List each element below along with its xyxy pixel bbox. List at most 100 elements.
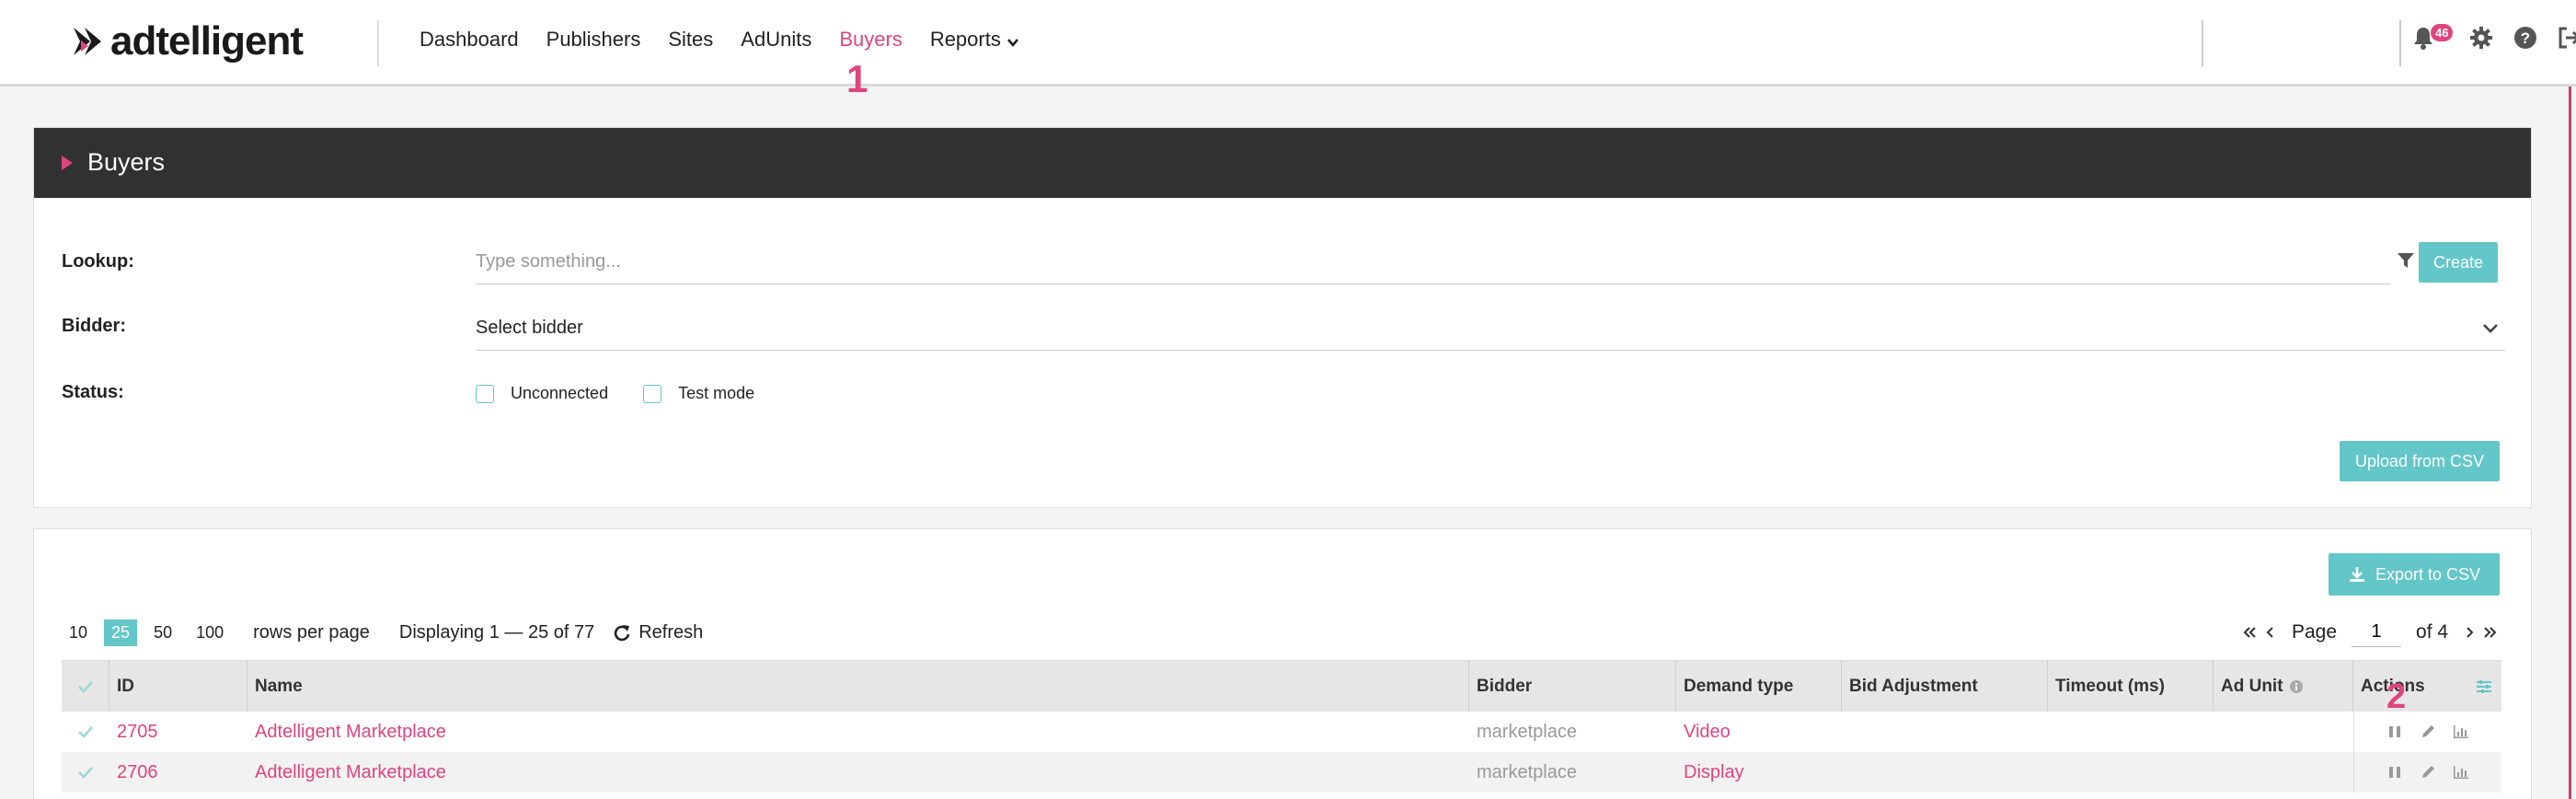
export-csv-label: Export to CSV bbox=[2375, 564, 2481, 584]
nav-item-buyers[interactable]: Buyers bbox=[839, 28, 902, 52]
refresh-button[interactable]: Refresh bbox=[613, 622, 703, 643]
download-icon bbox=[2349, 567, 2364, 582]
nav-item-dashboard[interactable]: Dashboard bbox=[420, 28, 519, 52]
chevron-down-icon bbox=[2483, 324, 2498, 333]
svg-text:?: ? bbox=[2521, 29, 2530, 47]
stats-chart-icon[interactable] bbox=[2453, 764, 2469, 781]
main-nav: Dashboard Publishers Sites AdUnits Buyer… bbox=[420, 28, 1047, 52]
table-row[interactable]: 2706 Adtelligent Marketplace marketplace… bbox=[62, 752, 2501, 793]
step-marker-1: 1 bbox=[846, 57, 868, 100]
nav-divider-icons bbox=[2399, 20, 2401, 66]
nav-item-reports[interactable]: Reports bbox=[930, 28, 1019, 52]
row-actions bbox=[2353, 752, 2501, 793]
column-header-bidder[interactable]: Bidder bbox=[1469, 661, 1676, 712]
lookup-input[interactable] bbox=[476, 240, 2391, 284]
column-header-timeout[interactable]: Timeout (ms) bbox=[2048, 661, 2214, 712]
next-page-icon[interactable] bbox=[2463, 625, 2478, 640]
pagination: Page of 4 bbox=[2242, 618, 2503, 647]
buyer-demand-type: Video bbox=[1684, 721, 1731, 742]
bidder-select[interactable]: Select bidder bbox=[476, 307, 2505, 351]
export-csv-button[interactable]: Export to CSV bbox=[2329, 553, 2500, 596]
total-pages-label: of 4 bbox=[2416, 621, 2449, 643]
pause-icon[interactable] bbox=[2386, 724, 2403, 740]
buyer-bidder: marketplace bbox=[1477, 721, 1577, 742]
upload-csv-button[interactable]: Upload from CSV bbox=[2340, 441, 2500, 481]
rows-per-page-label: rows per page bbox=[253, 622, 370, 643]
page-size-50[interactable]: 50 bbox=[146, 620, 179, 646]
buyers-table: ID Name Bidder Demand type Bid Adjustmen… bbox=[62, 660, 2501, 793]
logout-button[interactable] bbox=[2558, 26, 2576, 50]
buyer-bid-adjustment bbox=[1842, 712, 2048, 752]
nav-item-publishers[interactable]: Publishers bbox=[546, 28, 641, 52]
buyer-name-link[interactable]: Adtelligent Marketplace bbox=[247, 752, 1469, 793]
filter-icon[interactable] bbox=[2397, 251, 2415, 270]
column-settings-icon[interactable] bbox=[2476, 679, 2492, 694]
page-size-100[interactable]: 100 bbox=[189, 620, 231, 646]
logo-text: adtelligent bbox=[110, 18, 304, 64]
buyers-table-panel: Export to CSV 10 25 50 100 rows per page… bbox=[33, 528, 2532, 799]
unconnected-checkbox[interactable] bbox=[476, 384, 494, 403]
column-header-actions: Actions bbox=[2353, 661, 2501, 712]
column-header-bid-adjustment[interactable]: Bid Adjustment bbox=[1842, 661, 2048, 712]
nav-divider-right bbox=[2202, 20, 2203, 66]
edit-pencil-icon[interactable] bbox=[2420, 764, 2436, 781]
buyer-bid-adjustment bbox=[1842, 752, 2048, 793]
panel-title: Buyers bbox=[87, 148, 166, 176]
top-navbar: adtelligent Dashboard Publishers Sites A… bbox=[0, 0, 2576, 100]
check-icon bbox=[78, 726, 93, 738]
table-row[interactable]: 2705 Adtelligent Marketplace marketplace… bbox=[62, 712, 2501, 752]
buyer-timeout bbox=[2048, 712, 2214, 752]
row-checkbox[interactable] bbox=[62, 752, 109, 793]
ad-unit-header-label: Ad Unit bbox=[2221, 676, 2283, 696]
help-button[interactable]: ? bbox=[2513, 26, 2537, 50]
notifications-button[interactable]: 46 bbox=[2412, 24, 2454, 50]
page-number-input[interactable] bbox=[2352, 618, 2402, 647]
table-header: ID Name Bidder Demand type Bid Adjustmen… bbox=[62, 660, 2501, 712]
nav-icon-group: 46 ? bbox=[2412, 24, 2576, 50]
first-page-icon[interactable] bbox=[2242, 625, 2257, 640]
bidder-select-value: Select bidder bbox=[476, 318, 583, 338]
collapse-triangle-icon bbox=[62, 156, 73, 170]
buyer-id-link[interactable]: 2706 bbox=[109, 752, 247, 793]
nav-item-reports-label: Reports bbox=[929, 28, 1001, 51]
pause-icon[interactable] bbox=[2386, 764, 2403, 781]
app-logo[interactable]: adtelligent bbox=[72, 17, 304, 66]
info-icon[interactable] bbox=[2289, 679, 2304, 694]
row-actions bbox=[2353, 712, 2501, 752]
page-size-controls: 10 25 50 100 rows per page Displaying 1 … bbox=[62, 620, 703, 646]
row-checkbox[interactable] bbox=[62, 712, 109, 752]
notification-count-badge: 46 bbox=[2431, 24, 2454, 41]
test-mode-checkbox[interactable] bbox=[643, 384, 662, 403]
create-button[interactable]: Create bbox=[2419, 242, 2498, 283]
nav-divider bbox=[377, 20, 379, 66]
refresh-icon bbox=[615, 624, 630, 641]
nav-item-sites[interactable]: Sites bbox=[668, 28, 713, 52]
displaying-count: Displaying 1 — 25 of 77 bbox=[398, 622, 595, 643]
buyer-ad-unit bbox=[2214, 712, 2353, 752]
buyer-name-link[interactable]: Adtelligent Marketplace bbox=[247, 712, 1469, 752]
refresh-label: Refresh bbox=[638, 622, 704, 643]
prev-page-icon[interactable] bbox=[2262, 625, 2277, 640]
page-size-10[interactable]: 10 bbox=[62, 620, 95, 646]
select-all-checkbox[interactable] bbox=[62, 661, 109, 712]
column-header-demand-type[interactable]: Demand type bbox=[1676, 661, 1842, 712]
column-header-name[interactable]: Name bbox=[247, 661, 1469, 712]
panel-header[interactable]: Buyers bbox=[34, 128, 2531, 198]
page-size-25[interactable]: 25 bbox=[104, 620, 138, 646]
last-page-icon[interactable] bbox=[2483, 625, 2498, 640]
status-options: Unconnected Test mode bbox=[476, 384, 789, 403]
column-header-ad-unit[interactable]: Ad Unit bbox=[2214, 661, 2353, 712]
column-header-id[interactable]: ID bbox=[109, 661, 247, 712]
test-mode-label: Test mode bbox=[678, 384, 755, 402]
nav-item-adunits[interactable]: AdUnits bbox=[741, 28, 811, 52]
step-marker-2: 2 bbox=[2386, 677, 2407, 716]
stats-chart-icon[interactable] bbox=[2453, 724, 2469, 740]
buyer-demand-type: Display bbox=[1684, 761, 1744, 782]
logo-mark-icon bbox=[74, 28, 101, 55]
settings-button[interactable] bbox=[2469, 26, 2493, 50]
page-edge-accent bbox=[2569, 87, 2571, 799]
check-icon bbox=[78, 767, 93, 779]
buyer-timeout bbox=[2048, 752, 2214, 793]
edit-pencil-icon[interactable] bbox=[2420, 724, 2436, 740]
buyer-id-link[interactable]: 2705 bbox=[109, 712, 247, 752]
